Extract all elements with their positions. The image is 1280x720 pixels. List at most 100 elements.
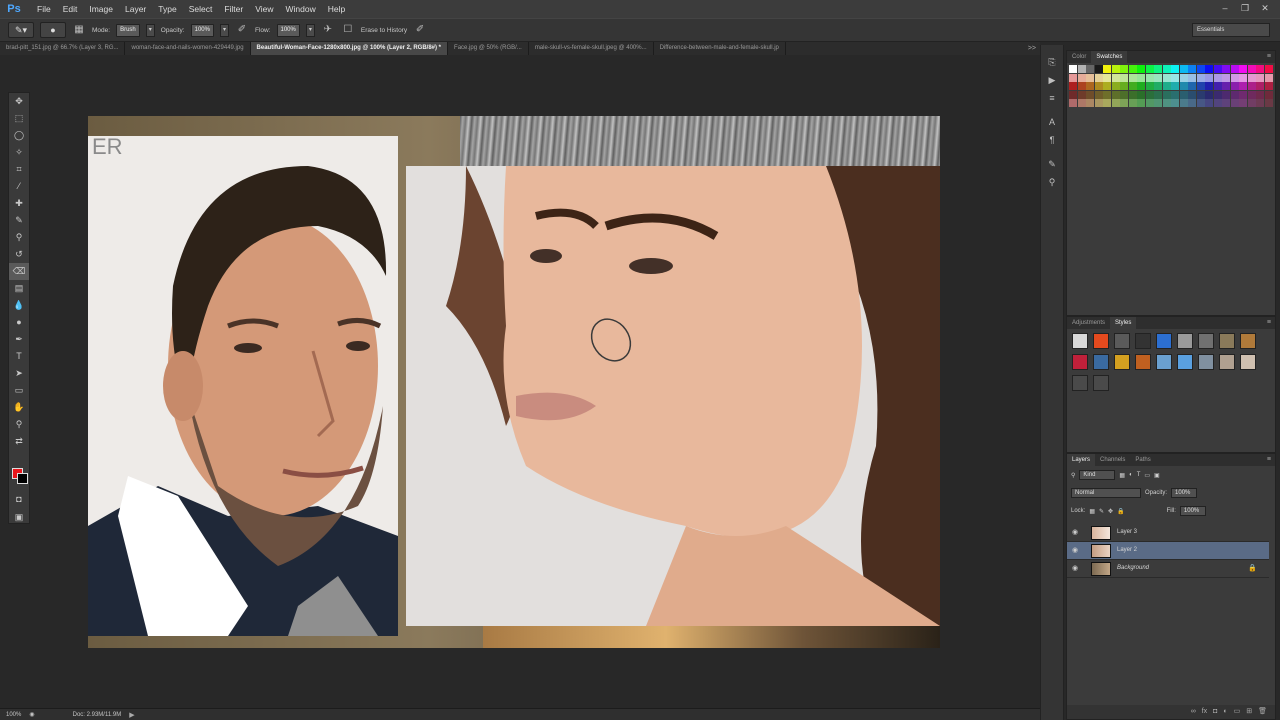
eraser-tool-preset-icon[interactable]: ✎▾ bbox=[8, 22, 34, 38]
brush-panel-icon[interactable]: ▦ bbox=[72, 23, 86, 37]
swatch[interactable] bbox=[1154, 65, 1162, 73]
swatch[interactable] bbox=[1205, 82, 1213, 90]
swatch[interactable] bbox=[1179, 99, 1188, 107]
swatch[interactable] bbox=[1086, 65, 1094, 73]
swatch[interactable] bbox=[1171, 90, 1179, 99]
clone-source-panel-icon[interactable]: ⚲ bbox=[1041, 173, 1063, 191]
style-swatch[interactable] bbox=[1156, 333, 1172, 349]
style-swatch[interactable] bbox=[1156, 354, 1172, 370]
swatch[interactable] bbox=[1196, 82, 1205, 90]
swatch[interactable] bbox=[1213, 65, 1222, 73]
opacity-field[interactable]: 100% bbox=[190, 23, 214, 37]
style-swatch[interactable] bbox=[1198, 354, 1214, 370]
swatch[interactable] bbox=[1111, 90, 1120, 99]
swatch[interactable] bbox=[1111, 73, 1120, 82]
style-swatch[interactable] bbox=[1114, 354, 1130, 370]
zoom-tool-icon[interactable]: ⚲ bbox=[9, 416, 29, 433]
workspace-switcher[interactable]: Essentials bbox=[1192, 23, 1270, 37]
swatch[interactable] bbox=[1205, 65, 1213, 73]
flow-field[interactable]: 100% bbox=[276, 23, 300, 37]
swatch[interactable] bbox=[1188, 65, 1196, 73]
swatch[interactable] bbox=[1179, 90, 1188, 99]
swatch[interactable] bbox=[1205, 73, 1213, 82]
swatch[interactable] bbox=[1230, 99, 1239, 107]
background-color-swatch[interactable] bbox=[17, 473, 28, 484]
doc-tab[interactable]: Difference-between-male-and-female-skull… bbox=[654, 42, 786, 55]
pressure-size-icon[interactable]: ✐ bbox=[413, 23, 427, 37]
menu-filter[interactable]: Filter bbox=[218, 4, 249, 14]
doc-tab[interactable]: male-skull-vs-female-skull.jpeg @ 400%..… bbox=[529, 42, 654, 55]
tab-paths[interactable]: Paths bbox=[1130, 454, 1155, 466]
menu-window[interactable]: Window bbox=[279, 4, 321, 14]
adjustment-icon[interactable]: ◐ bbox=[1223, 705, 1227, 719]
lock-position-icon[interactable]: ✥ bbox=[1108, 508, 1113, 515]
opacity-dropdown-icon[interactable]: ▾ bbox=[219, 23, 229, 37]
swatch[interactable] bbox=[1154, 73, 1162, 82]
panel-menu-icon[interactable]: ≡ bbox=[1267, 454, 1271, 466]
swatch[interactable] bbox=[1256, 73, 1264, 82]
tab-color[interactable]: Color bbox=[1067, 51, 1091, 63]
swatch[interactable] bbox=[1120, 99, 1128, 107]
swatch[interactable] bbox=[1256, 82, 1264, 90]
style-swatch[interactable] bbox=[1135, 354, 1151, 370]
swatch[interactable] bbox=[1256, 99, 1264, 107]
panel-menu-icon[interactable]: ≡ bbox=[1267, 51, 1271, 63]
swatch[interactable] bbox=[1077, 99, 1086, 107]
folder-icon[interactable]: ▭ bbox=[1234, 705, 1241, 719]
swatch[interactable] bbox=[1230, 65, 1239, 73]
swatch[interactable] bbox=[1094, 82, 1103, 90]
type-tool-icon[interactable]: T bbox=[9, 348, 29, 365]
swatch[interactable] bbox=[1086, 73, 1094, 82]
swatch[interactable] bbox=[1086, 82, 1094, 90]
airbrush-icon[interactable]: ✈ bbox=[321, 23, 335, 37]
filter-adjustment-icon[interactable]: ◐ bbox=[1129, 472, 1133, 478]
swatch[interactable] bbox=[1103, 73, 1111, 82]
swatch[interactable] bbox=[1094, 73, 1103, 82]
swatch[interactable] bbox=[1247, 99, 1256, 107]
quick-select-tool-icon[interactable]: ✧ bbox=[9, 144, 29, 161]
swatch[interactable] bbox=[1103, 99, 1111, 107]
style-swatch[interactable] bbox=[1219, 354, 1235, 370]
swatch[interactable] bbox=[1179, 73, 1188, 82]
swatch[interactable] bbox=[1120, 90, 1128, 99]
gradient-tool-icon[interactable]: ▤ bbox=[9, 280, 29, 297]
swatch[interactable] bbox=[1171, 82, 1179, 90]
swatch[interactable] bbox=[1137, 65, 1145, 73]
doc-tab[interactable]: woman-face-and-nails-women-429449.jpg bbox=[125, 42, 251, 55]
swatch[interactable] bbox=[1094, 99, 1103, 107]
swatch[interactable] bbox=[1103, 65, 1111, 73]
swatch[interactable] bbox=[1222, 99, 1230, 107]
swatch[interactable] bbox=[1154, 99, 1162, 107]
swatch[interactable] bbox=[1137, 90, 1145, 99]
hand-tool-icon[interactable]: ✋ bbox=[9, 399, 29, 416]
tab-layers[interactable]: Layers bbox=[1067, 454, 1096, 466]
swatch[interactable] bbox=[1247, 73, 1256, 82]
swatch[interactable] bbox=[1239, 82, 1247, 90]
healing-brush-tool-icon[interactable]: ✚ bbox=[9, 195, 29, 212]
swatch[interactable] bbox=[1162, 99, 1171, 107]
swatch[interactable] bbox=[1077, 90, 1086, 99]
menu-view[interactable]: View bbox=[249, 4, 279, 14]
menu-type[interactable]: Type bbox=[152, 4, 182, 14]
swatch[interactable] bbox=[1145, 82, 1154, 90]
swatch[interactable] bbox=[1128, 73, 1137, 82]
swatch[interactable] bbox=[1247, 82, 1256, 90]
move-tool-icon[interactable]: ✥ bbox=[9, 93, 29, 110]
swatch[interactable] bbox=[1128, 90, 1137, 99]
menu-file[interactable]: File bbox=[31, 4, 57, 14]
quick-mask-icon[interactable]: ◘ bbox=[9, 491, 29, 508]
swatch[interactable] bbox=[1086, 99, 1094, 107]
swatch[interactable] bbox=[1128, 82, 1137, 90]
swatch[interactable] bbox=[1188, 73, 1196, 82]
menu-help[interactable]: Help bbox=[322, 4, 351, 14]
swatch[interactable] bbox=[1145, 65, 1154, 73]
filter-smart-icon[interactable]: ▣ bbox=[1154, 472, 1160, 479]
character-panel-icon[interactable]: A bbox=[1041, 113, 1063, 131]
swatch[interactable] bbox=[1264, 82, 1273, 90]
dodge-tool-icon[interactable]: ● bbox=[9, 314, 29, 331]
swatch[interactable] bbox=[1137, 73, 1145, 82]
swatch[interactable] bbox=[1171, 99, 1179, 107]
filter-shape-icon[interactable]: ▭ bbox=[1144, 472, 1150, 479]
tab-adjustments[interactable]: Adjustments bbox=[1067, 317, 1110, 329]
swatch[interactable] bbox=[1111, 82, 1120, 90]
